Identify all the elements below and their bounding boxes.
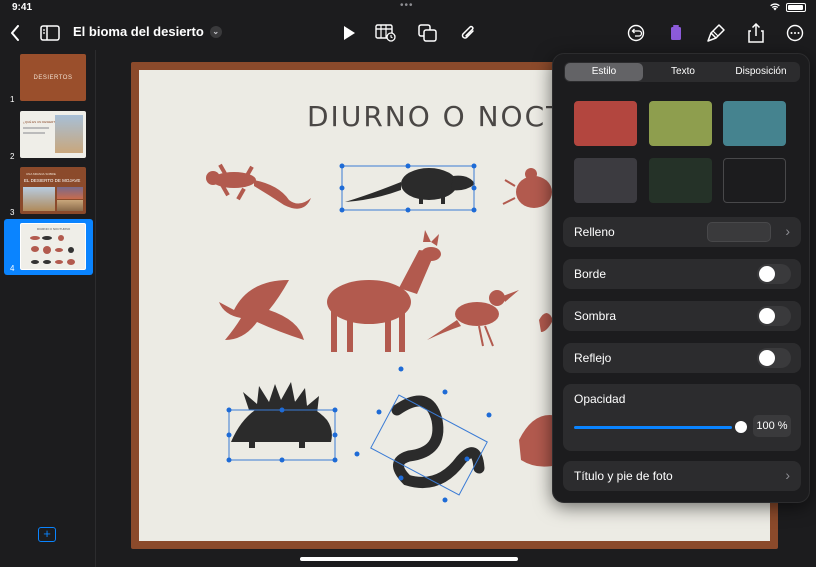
chevron-right-icon: › bbox=[785, 467, 790, 483]
add-slide-button[interactable]: + bbox=[38, 527, 56, 542]
style-swatch-dark-green[interactable] bbox=[649, 158, 712, 203]
slide-navigator: DESIERTOS 1 ¿QUÉ ES UN DESIERTO? 2 UNA M… bbox=[0, 50, 96, 567]
slide-3-preview: UNA MIRADA SOBRE EL DESIERTO DE MOJAVE bbox=[20, 167, 86, 214]
slide-thumbnail-1[interactable]: DESIERTOS 1 bbox=[0, 50, 94, 106]
fill-preview bbox=[707, 222, 771, 242]
slide-4-preview: DIURNO O NOCTURNO bbox=[20, 223, 86, 270]
attachment-icon[interactable] bbox=[456, 21, 480, 45]
battery-icon bbox=[786, 3, 806, 12]
style-swatch-gray[interactable] bbox=[574, 158, 637, 203]
chevron-down-icon: ⌄ bbox=[209, 25, 222, 38]
status-time: 9:41 bbox=[12, 2, 33, 13]
tab-text[interactable]: Texto bbox=[644, 62, 722, 82]
table-icon[interactable] bbox=[374, 21, 398, 45]
deer-illustration bbox=[327, 230, 441, 352]
shapes-icon[interactable] bbox=[416, 21, 440, 45]
opacity-slider-track[interactable] bbox=[574, 426, 732, 429]
status-bar: 9:41 ••• bbox=[0, 0, 816, 16]
slide-number: 2 bbox=[10, 152, 15, 161]
slide-3-photo-2 bbox=[57, 187, 83, 199]
slide-2-text-line bbox=[23, 127, 49, 129]
wifi-icon bbox=[769, 2, 781, 13]
slide-thumbnail-3[interactable]: UNA MIRADA SOBRE EL DESIERTO DE MOJAVE 3 bbox=[0, 163, 94, 219]
gecko-illustration bbox=[206, 163, 311, 209]
style-swatch-green[interactable] bbox=[649, 101, 712, 146]
slide-4-animals bbox=[30, 235, 75, 265]
chevron-right-icon: › bbox=[785, 223, 790, 239]
format-popover: Estilo Texto Disposición Relleno › Borde… bbox=[552, 53, 810, 503]
selection-knobs bbox=[226, 163, 492, 503]
slide-2-text-line bbox=[23, 132, 45, 134]
border-toggle[interactable] bbox=[757, 264, 791, 284]
fill-row[interactable]: Relleno › bbox=[563, 217, 801, 247]
undo-icon[interactable] bbox=[624, 21, 648, 45]
back-icon[interactable] bbox=[3, 21, 27, 45]
slide-number: 3 bbox=[10, 208, 15, 217]
reflection-toggle[interactable] bbox=[757, 348, 791, 368]
caption-label: Título y pie de foto bbox=[574, 469, 673, 483]
opacity-slider-knob[interactable] bbox=[735, 421, 747, 433]
beetle-illustration bbox=[502, 168, 552, 208]
document-title-text: El bioma del desierto bbox=[73, 24, 204, 39]
slide-thumbnail-4[interactable]: DIURNO O NOCTURNO 4 bbox=[4, 219, 93, 275]
toolbar: El bioma del desierto ⌄ bbox=[0, 16, 816, 50]
status-right bbox=[769, 2, 806, 13]
multitasking-dots[interactable]: ••• bbox=[400, 0, 414, 11]
shadow-row: Sombra bbox=[563, 301, 801, 331]
play-icon[interactable] bbox=[337, 21, 361, 45]
style-swatch-red[interactable] bbox=[574, 101, 637, 146]
border-row: Borde bbox=[563, 259, 801, 289]
slide-number: 1 bbox=[10, 95, 15, 104]
slide-2-preview: ¿QUÉ ES UN DESIERTO? bbox=[20, 111, 86, 158]
reflection-row: Reflejo bbox=[563, 343, 801, 373]
slide-3-photo-3 bbox=[57, 200, 83, 211]
more-icon[interactable] bbox=[783, 21, 807, 45]
home-indicator[interactable] bbox=[300, 557, 518, 561]
delete-icon[interactable] bbox=[664, 21, 688, 45]
opacity-value-field[interactable]: 100 % bbox=[753, 415, 791, 437]
slide-3-photo-1 bbox=[23, 187, 55, 211]
slide-3-title: EL DESIERTO DE MOJAVE bbox=[24, 178, 81, 183]
navigator-icon[interactable] bbox=[38, 21, 62, 45]
style-swatch-teal[interactable] bbox=[723, 101, 786, 146]
hawk-illustration bbox=[219, 280, 304, 340]
share-icon[interactable] bbox=[744, 21, 768, 45]
opacity-card: Opacidad 100 % bbox=[563, 384, 801, 451]
tab-arrange[interactable]: Disposición bbox=[722, 62, 800, 82]
slide-2-title: ¿QUÉ ES UN DESIERTO? bbox=[23, 120, 60, 124]
slide-thumbnail-2[interactable]: ¿QUÉ ES UN DESIERTO? 2 bbox=[0, 107, 94, 163]
snake-illustration bbox=[391, 395, 485, 488]
slide-2-photo bbox=[55, 115, 83, 153]
partial-animal-illustration bbox=[539, 313, 553, 332]
shadow-toggle[interactable] bbox=[757, 306, 791, 326]
slide-number: 4 bbox=[10, 264, 15, 273]
border-label: Borde bbox=[574, 267, 607, 281]
porcupine-illustration bbox=[231, 382, 332, 448]
caption-row[interactable]: Título y pie de foto › bbox=[563, 461, 801, 491]
opacity-label: Opacidad bbox=[574, 392, 626, 406]
document-title[interactable]: El bioma del desierto ⌄ bbox=[73, 24, 222, 39]
fill-label: Relleno bbox=[574, 225, 615, 239]
format-icon[interactable] bbox=[704, 21, 728, 45]
slide-1-title: DESIERTOS bbox=[33, 74, 73, 81]
tab-style[interactable]: Estilo bbox=[565, 63, 643, 81]
roadrunner-illustration bbox=[427, 290, 519, 347]
slide-1-preview: DESIERTOS bbox=[20, 54, 86, 101]
rat-illustration bbox=[345, 168, 475, 204]
format-tabs: Estilo Texto Disposición bbox=[564, 62, 800, 82]
shadow-label: Sombra bbox=[574, 309, 617, 323]
reflection-label: Reflejo bbox=[574, 351, 612, 365]
slide-3-subtitle: UNA MIRADA SOBRE bbox=[26, 172, 56, 176]
style-swatch-outline[interactable] bbox=[723, 158, 786, 203]
